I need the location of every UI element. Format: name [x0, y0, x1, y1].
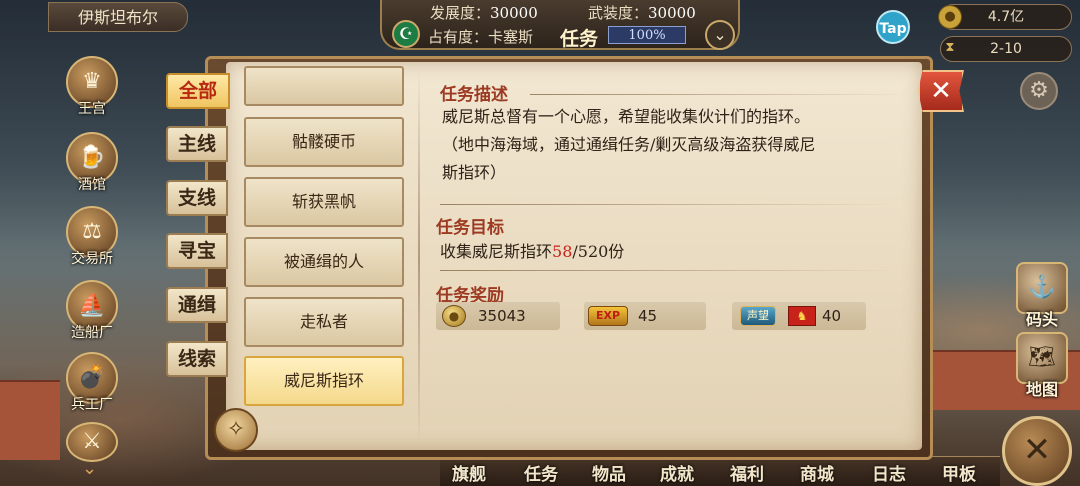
nav-deck[interactable]: 甲板 — [942, 460, 976, 485]
section-divider — [440, 204, 900, 205]
sidebar-item-label: 王宫 — [78, 101, 106, 117]
development-label: 发展度： — [430, 4, 491, 22]
armament-stat: 武装度：30000 — [588, 2, 696, 23]
sidebar-item-label: 造船厂 — [71, 325, 113, 341]
close-icon: ✕ — [930, 76, 952, 106]
quest-item-selected[interactable]: 威尼斯指环 — [244, 356, 404, 406]
reward-reputation: 声望 ♞ 40 — [732, 302, 866, 330]
sidebar-item-arsenal[interactable]: 💣 兵工厂 — [62, 352, 122, 414]
expand-arrow-icon[interactable]: ⌄ — [82, 458, 97, 479]
sidebar-item-label: 地图 — [1025, 380, 1058, 399]
development-stat: 发展度：30000 — [430, 2, 538, 23]
sidebar-item-exchange[interactable]: ⚖ 交易所 — [62, 206, 122, 268]
quest-item-partial[interactable] — [244, 66, 404, 106]
quest-item[interactable]: 骷髅硬币 — [244, 117, 404, 167]
tab-side[interactable]: 支线 — [166, 180, 228, 216]
venice-lion-flag-icon: ♞ — [788, 306, 816, 326]
quest-goal: 收集威尼斯指环58/520份 — [440, 238, 624, 262]
sidebar-item-more[interactable]: ⚔ — [62, 422, 122, 462]
occupancy-label: 占有度：卡塞斯 — [428, 28, 534, 46]
section-divider — [530, 94, 910, 95]
goal-text: 收集威尼斯指环 — [440, 242, 553, 261]
crescent-flag-icon: ☪ — [392, 20, 420, 48]
goal-progress-current: 58 — [552, 242, 573, 261]
exp-badge-icon: EXP — [588, 306, 628, 326]
goal-progress-total: /520份 — [572, 242, 625, 261]
sidebar-item-tavern[interactable]: 🍺 酒馆 — [62, 132, 122, 194]
reputation-badge-icon: 声望 — [740, 306, 776, 326]
quest-description: 威尼斯总督有一个心愿，希望能收集伙计们的指环。 （地中海海域，通过通缉任务/剿灭… — [442, 103, 902, 187]
panel-divider — [418, 70, 420, 446]
battle-action-button[interactable]: ✕ — [1002, 416, 1072, 486]
tap-button[interactable]: Tap — [876, 10, 910, 44]
reward-gold-value: 35043 — [478, 307, 526, 325]
gold-coin-icon: ● — [442, 305, 466, 327]
quest-item[interactable]: 被通缉的人 — [244, 237, 404, 287]
goal-title: 任务目标 — [436, 218, 504, 238]
tab-all[interactable]: 全部 — [166, 73, 230, 109]
hourglass-icon: ⧗ — [945, 40, 955, 55]
tab-clues[interactable]: 线索 — [166, 341, 228, 377]
tab-treasure[interactable]: 寻宝 — [166, 233, 228, 269]
gear-icon[interactable]: ⚙ — [1020, 72, 1058, 110]
gold-coin-icon: ● — [938, 5, 962, 29]
nav-log[interactable]: 日志 — [872, 460, 906, 485]
sidebar-item-label: 兵工厂 — [71, 397, 113, 413]
chevron-down-icon[interactable]: ⌄ — [705, 20, 735, 50]
nav-shop[interactable]: 商城 — [800, 460, 834, 485]
sidebar-item-map[interactable]: 🗺 地图 — [1012, 332, 1072, 400]
city-name: 伊斯坦布尔 — [48, 2, 188, 32]
description-line: （地中海海域，通过通缉任务/剿灭高级海盗获得威尼 — [442, 135, 816, 154]
nav-achievements[interactable]: 成就 — [660, 460, 694, 485]
reward-gold: ● 35043 — [436, 302, 560, 330]
reward-reputation-value: 40 — [822, 307, 842, 325]
crossed-swords-icon: ⚔ — [66, 422, 118, 462]
description-title: 任务描述 — [440, 85, 508, 105]
sidebar-item-shipyard[interactable]: ⛵ 造船厂 — [62, 280, 122, 342]
description-line: 威尼斯总督有一个心愿，希望能收集伙计们的指环。 — [442, 107, 811, 126]
nav-quests[interactable]: 任务 — [524, 460, 558, 485]
sidebar-item-label: 交易所 — [71, 251, 113, 267]
sidebar-item-dock[interactable]: ⚓ 码头 — [1012, 262, 1072, 330]
nav-flagship[interactable]: 旗舰 — [452, 460, 486, 485]
sidebar-item-label: 码头 — [1025, 310, 1058, 329]
quest-item[interactable]: 走私者 — [244, 297, 404, 347]
tab-main[interactable]: 主线 — [166, 126, 228, 162]
nav-items[interactable]: 物品 — [592, 460, 626, 485]
close-button[interactable]: ✕ — [918, 70, 964, 112]
section-divider — [440, 270, 900, 271]
compass-icon: ✧ — [214, 408, 258, 452]
quest-item[interactable]: 斩获黑帆 — [244, 177, 404, 227]
window-title: 任务 — [560, 28, 599, 50]
occupancy-bar: 100% — [608, 26, 686, 44]
armament-value: 30000 — [648, 4, 696, 22]
armament-label: 武装度： — [588, 4, 649, 22]
sidebar-item-label: 酒馆 — [78, 177, 106, 193]
nav-benefits[interactable]: 福利 — [730, 460, 764, 485]
roof-decoration — [0, 380, 60, 460]
reward-exp-value: 45 — [638, 307, 658, 325]
description-line: 斯指环） — [442, 163, 507, 182]
development-value: 30000 — [490, 4, 538, 22]
reward-exp: EXP 45 — [584, 302, 706, 330]
tab-wanted[interactable]: 通缉 — [166, 287, 228, 323]
sidebar-item-palace[interactable]: ♛ 王宫 — [62, 56, 122, 118]
